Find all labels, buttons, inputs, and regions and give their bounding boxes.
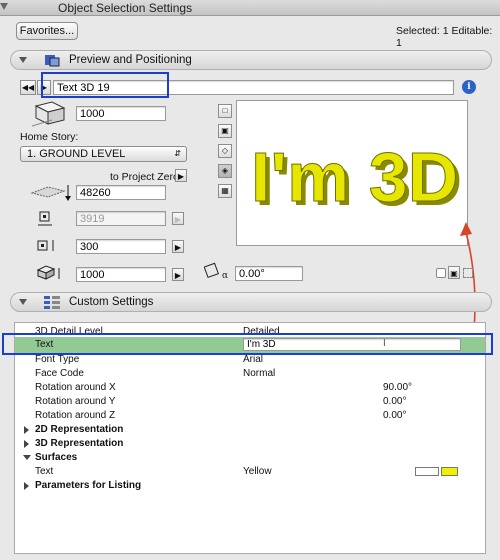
svg-text:I'm 3D: I'm 3D bbox=[251, 138, 458, 216]
table-row[interactable]: Rotation around Y 0.00° bbox=[15, 395, 485, 409]
mirror-checkbox[interactable] bbox=[436, 268, 446, 278]
home-story-value: 1. GROUND LEVEL bbox=[27, 148, 126, 160]
surface-swatch-yellow[interactable] bbox=[441, 467, 458, 476]
view-film-button[interactable]: ▦ bbox=[218, 184, 232, 198]
anchor-icon[interactable] bbox=[463, 268, 473, 278]
selection-status: Selected: 1 Editable: 1 bbox=[396, 25, 493, 49]
custom-section-title: Custom Settings bbox=[69, 296, 154, 308]
height-field[interactable] bbox=[76, 106, 166, 121]
title-bar: Object Selection Settings bbox=[0, 0, 500, 16]
collapse-icon[interactable] bbox=[0, 3, 8, 10]
z-size-icon bbox=[36, 265, 60, 280]
positioning-icon bbox=[45, 55, 60, 67]
y-size-icon bbox=[37, 240, 54, 251]
table-row[interactable]: Rotation around X 90.00° bbox=[15, 381, 485, 395]
view-3d-shaded-button[interactable]: ◈ bbox=[218, 164, 232, 178]
mirror-icon[interactable]: ▣ bbox=[448, 266, 460, 279]
previous-object-button[interactable]: ◀◀ bbox=[20, 80, 36, 95]
disclosure-open-icon[interactable] bbox=[19, 57, 27, 63]
parameters-icon bbox=[44, 296, 60, 309]
x-size-field[interactable] bbox=[76, 211, 166, 226]
text-row-highlight bbox=[2, 333, 493, 355]
info-icon[interactable]: i bbox=[462, 80, 476, 94]
home-story-select[interactable]: 1. GROUND LEVEL ⇵ bbox=[20, 146, 187, 162]
surface-swatch-white[interactable] bbox=[415, 467, 439, 476]
object-height-icon bbox=[31, 101, 66, 127]
x-size-popup[interactable]: ▶ bbox=[172, 212, 184, 225]
table-row[interactable]: Font Type Arial bbox=[15, 353, 485, 367]
elevation-field[interactable] bbox=[76, 185, 166, 200]
z-size-field[interactable] bbox=[76, 267, 166, 282]
disclosure-open-icon[interactable] bbox=[23, 455, 31, 460]
table-row[interactable]: Face Code Normal bbox=[15, 367, 485, 381]
favorites-button[interactable]: Favorites... bbox=[16, 22, 78, 40]
x-size-icon bbox=[38, 211, 52, 226]
elevation-icon bbox=[30, 185, 71, 201]
disclosure-closed-icon[interactable] bbox=[24, 426, 29, 434]
table-group-row[interactable]: Parameters for Listing bbox=[15, 479, 485, 493]
project-zero-popup[interactable]: ▶ bbox=[175, 169, 187, 182]
angle-icon: α bbox=[204, 262, 228, 281]
y-size-popup[interactable]: ▶ bbox=[172, 240, 184, 253]
disclosure-open-icon[interactable] bbox=[19, 299, 27, 305]
parameter-table: 3D Detail Level Detailed Text I Font Typ… bbox=[14, 322, 486, 554]
view-section-button[interactable]: ▣ bbox=[218, 124, 232, 138]
y-size-field[interactable] bbox=[76, 239, 166, 254]
table-group-row[interactable]: Surfaces bbox=[15, 451, 485, 465]
svg-text:α: α bbox=[222, 271, 228, 281]
window-title: Object Selection Settings bbox=[58, 1, 193, 15]
disclosure-closed-icon[interactable] bbox=[24, 482, 29, 490]
project-zero-label: to Project Zero bbox=[110, 171, 179, 183]
table-row[interactable]: Rotation around Z 0.00° bbox=[15, 409, 485, 423]
disclosure-closed-icon[interactable] bbox=[24, 440, 29, 448]
angle-field[interactable] bbox=[235, 266, 303, 281]
view-floor-plan-button[interactable]: □ bbox=[218, 104, 232, 118]
object-name-highlight bbox=[41, 72, 169, 98]
preview-section-header[interactable]: Preview and Positioning bbox=[10, 50, 492, 70]
table-row[interactable]: Text Yellow bbox=[15, 465, 485, 479]
table-group-row[interactable]: 2D Representation bbox=[15, 423, 485, 437]
preview-section-title: Preview and Positioning bbox=[69, 54, 192, 66]
custom-section-header[interactable]: Custom Settings bbox=[10, 292, 492, 312]
table-group-row[interactable]: 3D Representation bbox=[15, 437, 485, 451]
updown-arrows-icon: ⇵ bbox=[174, 149, 181, 158]
view-3d-wire-button[interactable]: ◇ bbox=[218, 144, 232, 158]
z-size-popup[interactable]: ▶ bbox=[172, 268, 184, 281]
home-story-label: Home Story: bbox=[20, 131, 79, 143]
